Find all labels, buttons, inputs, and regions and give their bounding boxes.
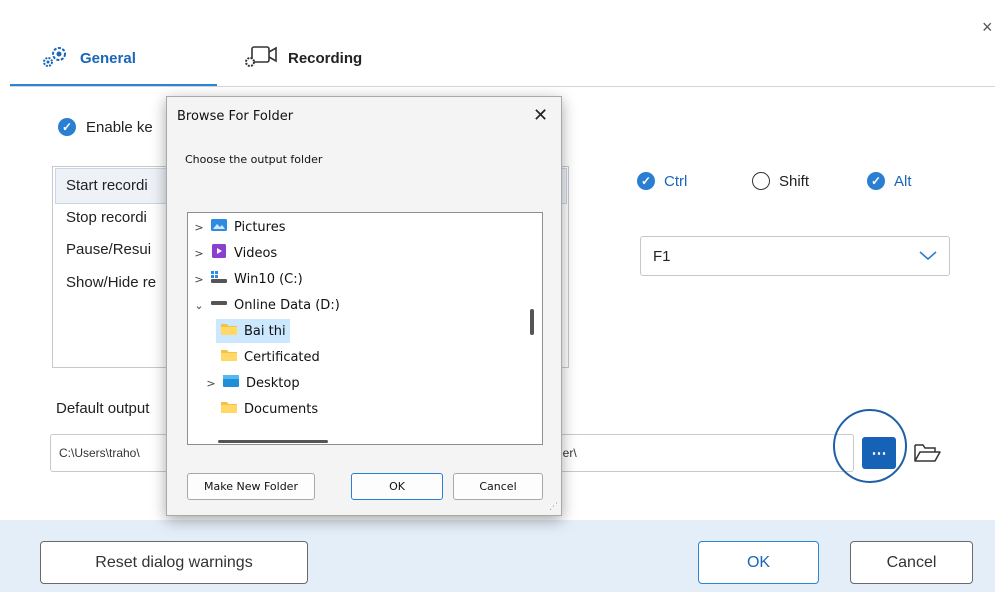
- chevron-right-icon[interactable]: >: [204, 377, 218, 390]
- check-icon: ✓: [637, 172, 655, 190]
- unchecked-circle-icon: [752, 172, 770, 190]
- tab-general-label: General: [80, 49, 136, 67]
- chevron-down-icon[interactable]: ⌄: [192, 299, 206, 312]
- shift-label: Shift: [779, 172, 810, 190]
- check-icon: ✓: [867, 172, 885, 190]
- tab-recording-label: Recording: [288, 49, 363, 67]
- ok-button[interactable]: OK: [698, 541, 819, 584]
- list-item[interactable]: Stop recordi: [66, 209, 147, 226]
- chevron-down-icon: [919, 248, 937, 265]
- output-folder-label: Default output: [56, 400, 150, 417]
- folder-tree[interactable]: > Pictures > Videos > Win10 (C:) ⌄ Onlin…: [187, 212, 543, 445]
- resize-grip-icon[interactable]: ⋰: [549, 502, 558, 512]
- browse-dialog-close-button[interactable]: ✕: [533, 105, 548, 126]
- desktop-folder-icon: [218, 374, 246, 392]
- tree-item-label: Pictures: [234, 219, 286, 235]
- tree-item-label: Desktop: [246, 375, 300, 391]
- tree-item-desktop[interactable]: > Desktop: [204, 371, 300, 395]
- drive-icon: [206, 270, 234, 288]
- gear-icon: [42, 44, 70, 72]
- check-icon: ✓: [58, 118, 76, 136]
- ctrl-checkbox[interactable]: ✓ Ctrl: [637, 172, 687, 190]
- chevron-right-icon[interactable]: >: [192, 247, 206, 260]
- horizontal-scrollbar[interactable]: [218, 440, 328, 443]
- key-select-value: F1: [653, 247, 671, 265]
- list-item[interactable]: Start recordi: [66, 177, 148, 194]
- reset-warnings-button[interactable]: Reset dialog warnings: [40, 541, 308, 584]
- tree-item-label: Certificated: [244, 349, 320, 365]
- tree-item-online-data[interactable]: ⌄ Online Data (D:): [192, 293, 340, 317]
- browse-dialog-prompt: Choose the output folder: [185, 153, 323, 166]
- tree-item-pictures[interactable]: > Pictures: [192, 215, 285, 239]
- camera-settings-icon: [244, 44, 278, 72]
- browse-ok-button[interactable]: OK: [351, 473, 443, 500]
- make-new-folder-button[interactable]: Make New Folder: [187, 473, 315, 500]
- ctrl-label: Ctrl: [664, 172, 688, 190]
- list-item[interactable]: Pause/Resui: [66, 241, 151, 258]
- tree-item-certificated[interactable]: Certificated: [216, 345, 320, 369]
- browse-folder-dialog: Browse For Folder ✕ Choose the output fo…: [166, 96, 562, 516]
- chevron-right-icon[interactable]: >: [192, 273, 206, 286]
- tree-item-win10[interactable]: > Win10 (C:): [192, 267, 303, 291]
- chevron-right-icon[interactable]: >: [192, 221, 206, 234]
- folder-icon: [216, 348, 244, 366]
- browse-dialog-title: Browse For Folder: [177, 109, 294, 124]
- tree-item-label: Documents: [244, 401, 319, 417]
- drive-icon: [206, 296, 234, 314]
- tree-item-bai-thi[interactable]: Bai thi: [216, 319, 290, 343]
- alt-label: Alt: [894, 172, 912, 190]
- videos-folder-icon: [206, 244, 234, 262]
- browse-button[interactable]: ⋯: [862, 437, 896, 469]
- shift-checkbox[interactable]: Shift: [752, 172, 809, 190]
- output-path-start: C:\Users\traho\: [59, 446, 140, 460]
- folder-icon: [216, 322, 244, 340]
- open-folder-button[interactable]: [912, 440, 942, 466]
- open-folder-icon: [912, 444, 942, 470]
- cancel-button[interactable]: Cancel: [850, 541, 973, 584]
- browse-cancel-button[interactable]: Cancel: [453, 473, 543, 500]
- enable-shortcuts-label: Enable ke: [86, 118, 153, 136]
- tab-recording[interactable]: Recording: [244, 44, 362, 72]
- enable-shortcuts-checkbox[interactable]: ✓ Enable ke: [58, 118, 153, 136]
- close-dialog-button[interactable]: ×: [982, 18, 993, 36]
- tree-item-label: Bai thi: [244, 323, 286, 339]
- pictures-folder-icon: [206, 218, 234, 236]
- list-item[interactable]: Show/Hide re: [66, 274, 156, 291]
- vertical-scrollbar[interactable]: [530, 309, 534, 335]
- alt-checkbox[interactable]: ✓ Alt: [867, 172, 912, 190]
- more-icon: ⋯: [871, 445, 887, 462]
- tree-item-label: Online Data (D:): [234, 297, 340, 313]
- key-select[interactable]: F1: [640, 236, 950, 276]
- tree-item-documents[interactable]: Documents: [216, 397, 318, 421]
- tree-item-videos[interactable]: > Videos: [192, 241, 277, 265]
- tab-divider: [10, 86, 995, 87]
- tree-item-label: Videos: [234, 245, 278, 261]
- tab-general[interactable]: General: [42, 44, 136, 72]
- folder-icon: [216, 400, 244, 418]
- tree-item-label: Win10 (C:): [234, 271, 303, 287]
